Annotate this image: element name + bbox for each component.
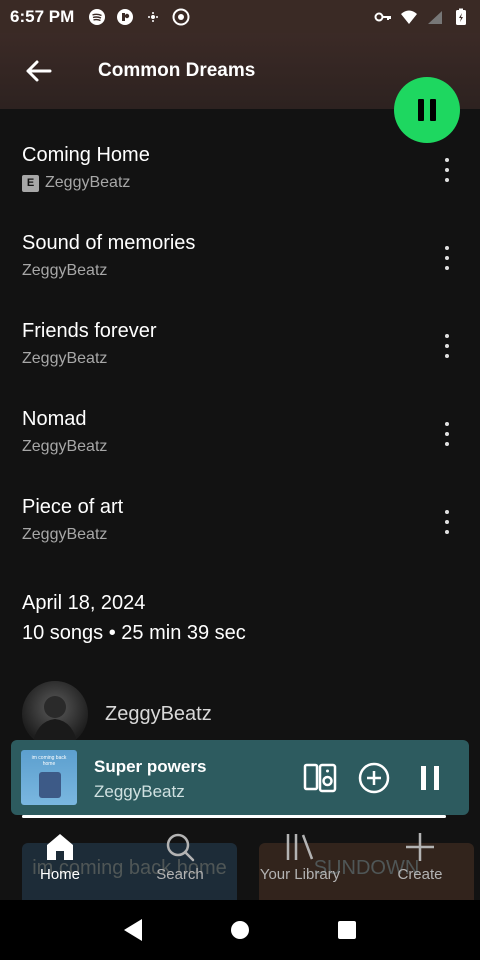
track-subtitle: ZeggyBeatz [22, 350, 462, 368]
status-system-icons [374, 8, 470, 26]
circle-home-icon [230, 921, 249, 939]
system-recents-button[interactable] [332, 915, 362, 945]
nav-create[interactable]: Create [375, 832, 465, 883]
search-icon [166, 833, 195, 862]
track-subtitle: E ZeggyBeatz [22, 174, 462, 192]
artist-name: ZeggyBeatz [105, 702, 212, 725]
more-options-button[interactable] [440, 420, 454, 448]
back-button[interactable] [18, 51, 58, 91]
track-subtitle: ZeggyBeatz [22, 438, 462, 456]
nav-label: Create [397, 866, 443, 883]
track-subtitle: ZeggyBeatz [22, 262, 462, 280]
nav-label: Search [156, 866, 204, 883]
more-options-button[interactable] [440, 508, 454, 536]
vpn-globe-icon [172, 8, 190, 25]
home-icon [47, 834, 73, 860]
album-art: im coming back home [21, 750, 77, 805]
pause-icon [421, 766, 439, 790]
pause-icon-bar [430, 99, 436, 121]
key-icon [374, 12, 391, 21]
more-options-button[interactable] [440, 156, 454, 184]
plus-icon [406, 833, 434, 861]
wifi-icon [401, 10, 417, 24]
nav-search[interactable]: Search [135, 832, 225, 883]
track-artist: ZeggyBeatz [45, 174, 131, 191]
dot-notification-icon [148, 11, 159, 22]
track-row[interactable]: Nomad ZeggyBeatz [22, 408, 462, 468]
app-notification-icon [117, 8, 134, 25]
status-bar: 6:57 PM [0, 0, 480, 33]
artist-photo [32, 696, 78, 747]
explicit-badge: E [22, 174, 39, 192]
avatar [22, 681, 88, 747]
status-time: 6:57 PM [10, 6, 75, 26]
nav-library[interactable]: Your Library [255, 832, 345, 883]
nav-label: Your Library [259, 866, 341, 883]
more-options-button[interactable] [440, 332, 454, 360]
nav-home[interactable]: Home [15, 832, 105, 883]
bottom-nav: im coming back home SUNDOWN Home Search … [0, 820, 480, 909]
track-title: Piece of art [22, 496, 124, 518]
mini-pause-button[interactable] [415, 762, 449, 794]
speaker-device-icon [303, 763, 337, 793]
page-title: Common Dreams [98, 60, 256, 81]
track-row[interactable]: Friends forever ZeggyBeatz [22, 320, 462, 380]
track-artist: ZeggyBeatz [22, 262, 108, 279]
status-notification-icons [88, 8, 190, 26]
track-row[interactable]: Coming Home E ZeggyBeatz [22, 144, 462, 204]
playback-progress[interactable] [22, 815, 446, 818]
track-row[interactable]: Sound of memories ZeggyBeatz [22, 232, 462, 292]
nav-label: Home [39, 866, 80, 883]
mini-player[interactable]: im coming back home Super powers ZeggyBe… [11, 740, 469, 818]
library-icon [286, 834, 314, 860]
artist-row[interactable]: ZeggyBeatz [22, 681, 212, 747]
system-nav-bar [0, 900, 480, 960]
square-recents-icon [337, 921, 356, 939]
playback-progress-fill [22, 815, 446, 818]
connect-device-button[interactable] [303, 762, 337, 794]
track-title: Coming Home [22, 144, 150, 166]
triangle-back-icon [124, 919, 143, 941]
system-home-button[interactable] [225, 915, 255, 945]
track-artist: ZeggyBeatz [22, 438, 108, 455]
track-title: Nomad [22, 408, 87, 430]
track-row[interactable]: Piece of art ZeggyBeatz [22, 496, 462, 556]
track-artist: ZeggyBeatz [22, 526, 108, 543]
spotify-notification-icon [89, 8, 106, 25]
album-art-text: im coming back home [31, 755, 67, 767]
add-to-library-button[interactable] [358, 762, 392, 794]
release-date: April 18, 2024 [22, 592, 146, 614]
track-artist: ZeggyBeatz [22, 350, 108, 367]
album-art-figure [39, 772, 61, 798]
battery-icon [456, 8, 466, 25]
release-meta: 10 songs • 25 min 39 sec [22, 622, 246, 644]
more-options-button[interactable] [440, 244, 454, 272]
plus-circle-icon [358, 762, 390, 794]
system-back-button[interactable] [118, 915, 148, 945]
pause-button[interactable] [394, 77, 460, 143]
track-title: Friends forever [22, 320, 157, 342]
track-subtitle: ZeggyBeatz [22, 526, 462, 544]
now-playing-artist: ZeggyBeatz [94, 782, 185, 801]
cell-signal-icon [428, 10, 442, 24]
now-playing-title: Super powers [94, 757, 207, 776]
track-title: Sound of memories [22, 232, 196, 254]
back-arrow-icon [26, 60, 52, 82]
pause-icon [418, 99, 424, 121]
